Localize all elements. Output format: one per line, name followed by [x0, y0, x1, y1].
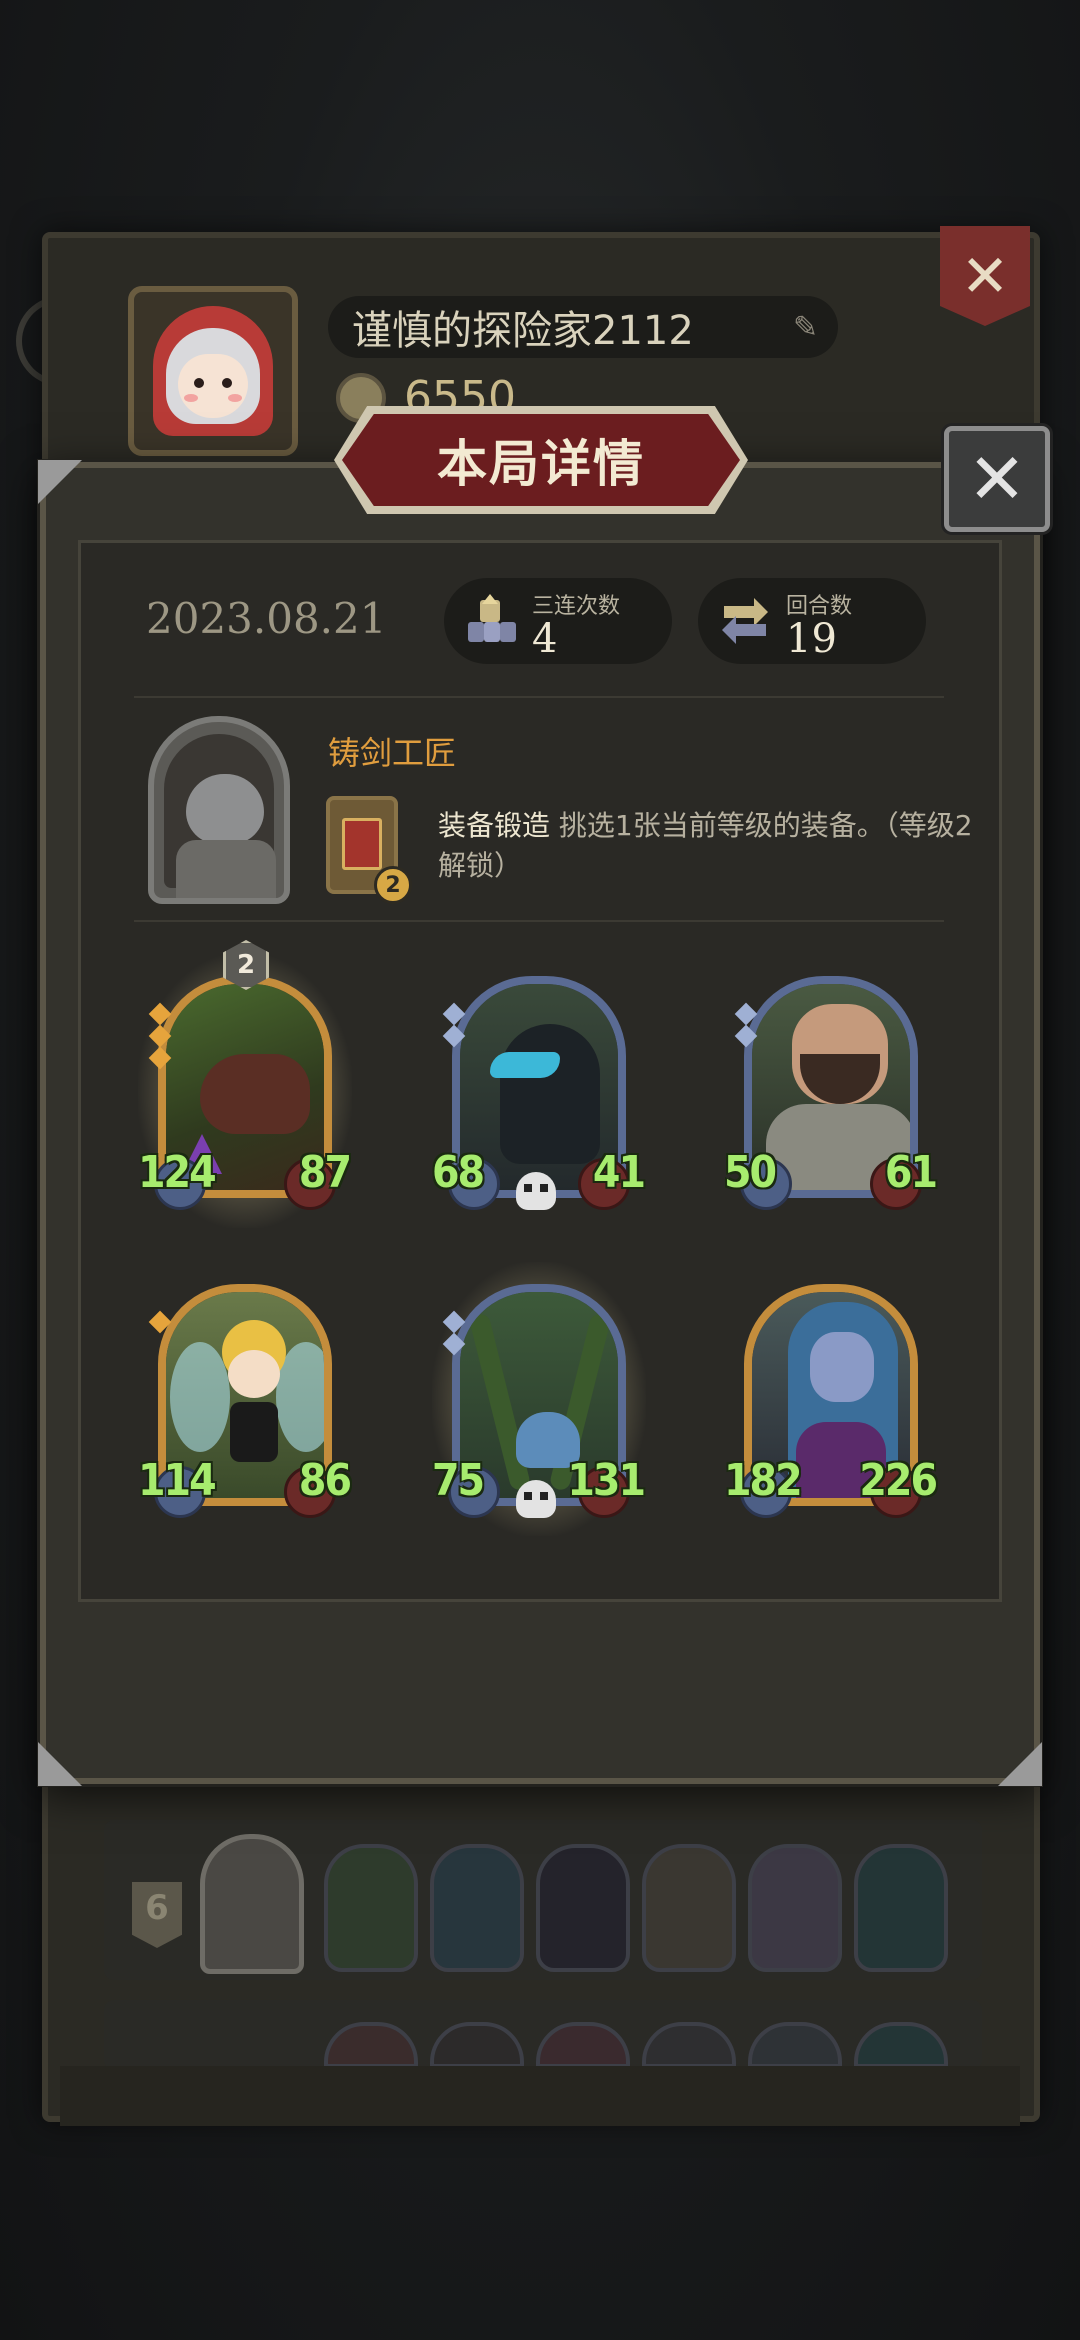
unit-card[interactable]: 75 131	[432, 1262, 646, 1536]
title-banner: 本局详情	[342, 414, 740, 506]
unit-attack: 182	[724, 1455, 803, 1506]
unit-star-rating	[734, 1002, 758, 1048]
cycle-arrows-icon	[722, 598, 768, 644]
history-unit-card	[854, 1844, 948, 1972]
avatar[interactable]	[128, 286, 298, 456]
unit-health: 86	[298, 1455, 352, 1506]
star-icon	[442, 1310, 466, 1334]
unit-star-rating	[442, 1310, 466, 1356]
star-icon	[442, 1002, 466, 1026]
unit-health: 226	[859, 1455, 938, 1506]
panel-bottom-edge	[60, 2066, 1020, 2126]
unit-attack: 75	[432, 1455, 485, 1506]
profile-close-button[interactable]: ✕	[940, 226, 1030, 326]
skill-level-badge: 2	[374, 866, 412, 904]
unit-card[interactable]: 114 86	[138, 1274, 352, 1524]
round-count-stat: 回合数 19	[698, 578, 926, 664]
unit-health: 61	[884, 1147, 938, 1198]
corner-ornament	[38, 460, 82, 504]
skill-book-icon[interactable]: 2	[326, 796, 412, 904]
star-icon	[442, 1332, 466, 1356]
unit-card[interactable]: 2 124 87	[138, 940, 352, 1228]
close-button[interactable]: ✕	[944, 426, 1050, 532]
corner-ornament	[998, 1742, 1042, 1786]
star-icon	[148, 1002, 172, 1026]
cat-blacksmith-art	[186, 774, 264, 844]
history-unit-card	[642, 1844, 736, 1972]
unit-health: 41	[592, 1147, 646, 1198]
skull-icon	[516, 1172, 556, 1210]
unit-attack: 114	[138, 1455, 217, 1506]
star-icon	[148, 1046, 172, 1070]
history-unit-card	[430, 1844, 524, 1972]
divider	[134, 920, 944, 922]
unit-health: 87	[298, 1147, 352, 1198]
hero-name: 铸剑工匠	[328, 734, 457, 772]
close-icon: ✕	[967, 438, 1027, 520]
star-icon	[148, 1024, 172, 1048]
triple-count-stat: 三连次数 4	[444, 578, 672, 664]
hero-portrait[interactable]	[148, 716, 290, 904]
triple-count-value: 4	[532, 616, 558, 662]
player-name-field[interactable]: 谨慎的探险家2112 ✎	[328, 296, 838, 358]
skill-description: 装备锻造 挑选1张当前等级的装备。（等级2解锁）	[438, 806, 978, 886]
match-date: 2023.08.21	[146, 594, 387, 643]
unit-card[interactable]: 182 226	[724, 1274, 938, 1524]
skill-name: 装备锻造	[438, 809, 551, 842]
unit-star-rating	[148, 1310, 172, 1334]
edit-pencil-icon[interactable]: ✎	[793, 310, 818, 345]
unit-star-rating	[442, 1002, 466, 1048]
history-unit-card	[324, 1844, 418, 1972]
unit-attack: 68	[432, 1147, 485, 1198]
unit-card[interactable]: 68 41	[432, 966, 646, 1216]
unit-attack: 50	[724, 1147, 777, 1198]
unit-health: 131	[567, 1455, 646, 1506]
history-unit-card	[536, 1844, 630, 1972]
star-icon	[148, 1310, 172, 1334]
unit-star-rating	[148, 1002, 172, 1070]
history-hero-portrait	[200, 1834, 304, 1974]
skull-icon	[516, 1480, 556, 1518]
modal-title: 本局详情	[437, 435, 645, 493]
round-count-value: 19	[786, 616, 837, 662]
unit-attack: 124	[138, 1147, 217, 1198]
triple-stack-icon	[468, 594, 516, 642]
rank-badge: 6	[132, 1882, 182, 1948]
corner-ornament	[38, 1742, 82, 1786]
divider	[134, 696, 944, 698]
star-icon	[734, 1024, 758, 1048]
star-icon	[442, 1024, 466, 1048]
star-icon	[734, 1002, 758, 1026]
player-name: 谨慎的探险家2112	[352, 308, 694, 354]
history-unit-card	[748, 1844, 842, 1972]
unit-card[interactable]: 50 61	[724, 966, 938, 1216]
avatar-art	[148, 306, 278, 436]
